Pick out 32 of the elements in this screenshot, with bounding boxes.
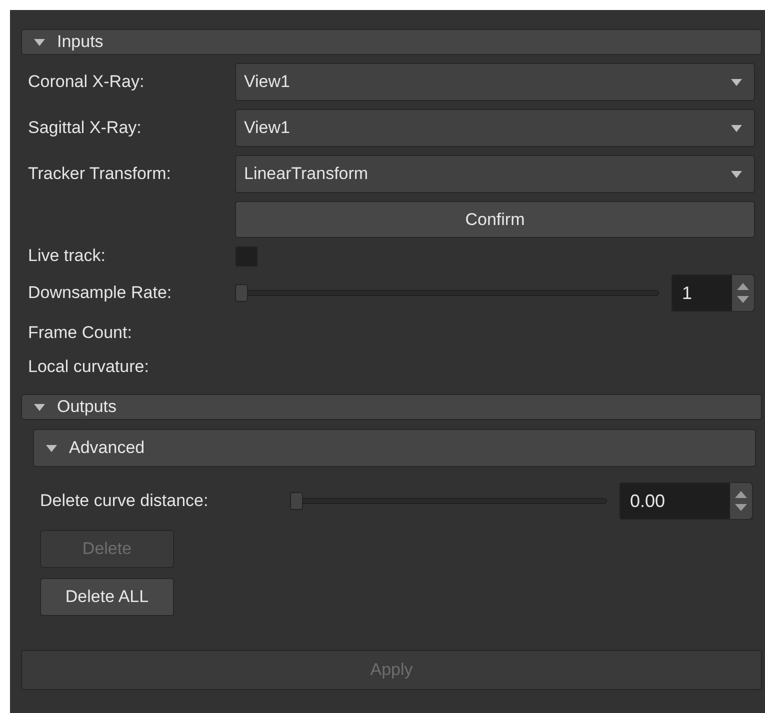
stepper-icon[interactable] — [732, 275, 754, 311]
caret-icon — [34, 404, 45, 410]
combo-box[interactable]: View1 — [235, 109, 755, 147]
field-label: Delete curve distance: — [40, 490, 210, 512]
info-label: Local curvature: — [28, 356, 150, 378]
spin-value: 0.00 — [629, 490, 666, 512]
stepper-icon[interactable] — [730, 483, 752, 519]
spin-value: 1 — [681, 282, 694, 304]
slider[interactable] — [290, 492, 607, 510]
combo-box[interactable]: LinearTransform — [235, 155, 755, 193]
slider-handle[interactable] — [235, 284, 248, 302]
combo-box[interactable]: View1 — [235, 63, 755, 101]
push-button[interactable]: Delete ALL — [40, 578, 174, 616]
field-label: Downsample Rate: — [28, 282, 173, 304]
field-label: Live track: — [28, 245, 106, 268]
spin-box[interactable]: 0.00 — [619, 482, 753, 520]
dropdown-arrow-icon — [731, 170, 742, 178]
info-label: Frame Count: — [28, 322, 133, 344]
dropdown-arrow-icon — [731, 124, 742, 132]
slider[interactable] — [235, 284, 659, 302]
dropdown-arrow-icon — [731, 78, 742, 86]
caret-icon — [34, 38, 45, 46]
field-label: Coronal X-Ray: — [28, 71, 146, 94]
push-button[interactable]: Confirm — [235, 201, 755, 238]
field-label: Sagittal X-Ray: — [28, 117, 142, 140]
slider-handle[interactable] — [290, 492, 303, 510]
section-header[interactable]: Outputs — [21, 394, 762, 420]
section-header[interactable]: Advanced — [33, 429, 756, 467]
field-label: Tracker Transform: — [28, 163, 172, 186]
section-header[interactable]: Inputs — [21, 29, 762, 55]
spin-box[interactable]: 1 — [671, 274, 755, 312]
caret-icon — [46, 444, 57, 452]
